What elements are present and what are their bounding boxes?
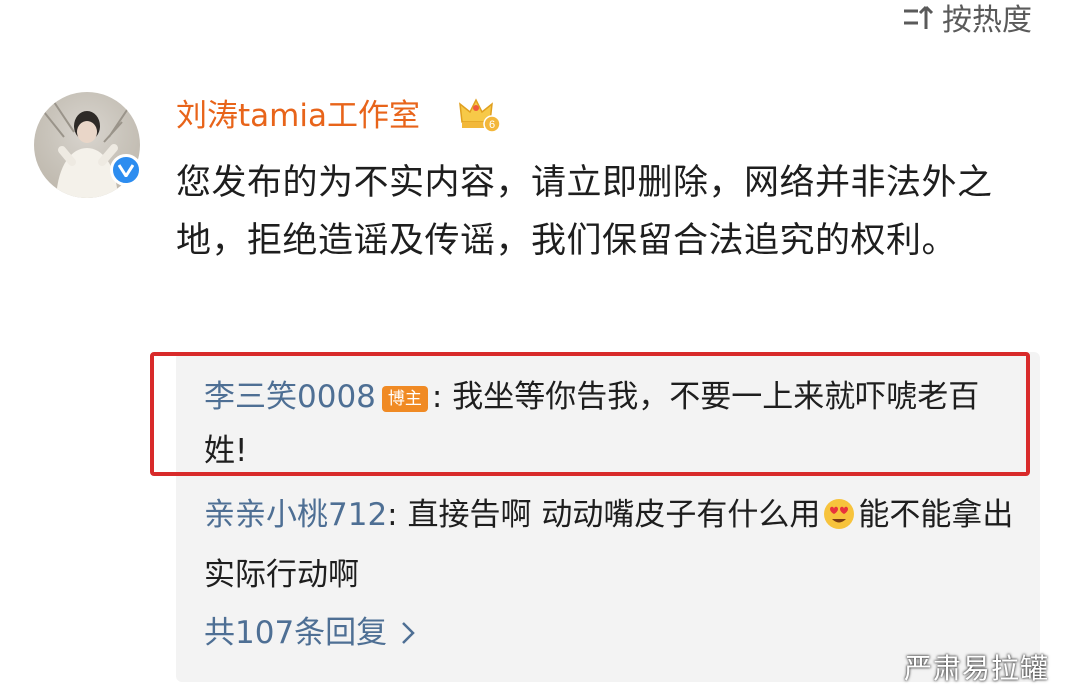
chevron-right-icon xyxy=(402,622,415,644)
comment-text: 您发布的为不实内容，请立即删除，网络并非法外之地，拒绝造谣及传谣，我们保留合法追… xyxy=(176,163,993,261)
reply-separator: : xyxy=(431,379,453,415)
avatar-container[interactable] xyxy=(34,92,142,198)
view-more-label: 共107条回复 xyxy=(204,615,388,651)
reply-username[interactable]: 李三笑0008 xyxy=(204,379,376,415)
crown-icon: 6 xyxy=(459,98,501,133)
sort-toggle[interactable]: 按热度 xyxy=(902,0,1032,38)
view-more-replies[interactable]: 共107条回复 xyxy=(204,606,415,660)
verified-badge-icon xyxy=(110,154,142,186)
comment-username[interactable]: 刘涛tamia工作室 xyxy=(176,94,420,138)
sort-label: 按热度 xyxy=(942,3,1032,38)
host-badge: 博主 xyxy=(381,386,428,412)
watermark: 严肃易拉罐 xyxy=(904,652,1050,685)
sort-icon xyxy=(904,5,934,29)
reply-text: 直接告啊 动动嘴皮子有什么用 xyxy=(407,497,821,533)
reply-separator: : xyxy=(387,497,408,533)
crown-level: 6 xyxy=(489,119,495,131)
reply-item[interactable]: 李三笑0008 博主: 我坐等你告我，不要一上来就吓唬老百姓! xyxy=(204,370,1014,478)
reply-item[interactable]: 亲亲小桃712: 直接告啊 动动嘴皮子有什么用 能不能拿出实际行动啊 xyxy=(204,488,1014,602)
reply-username[interactable]: 亲亲小桃712 xyxy=(204,497,387,533)
heart-eyes-emoji-icon xyxy=(822,494,856,548)
